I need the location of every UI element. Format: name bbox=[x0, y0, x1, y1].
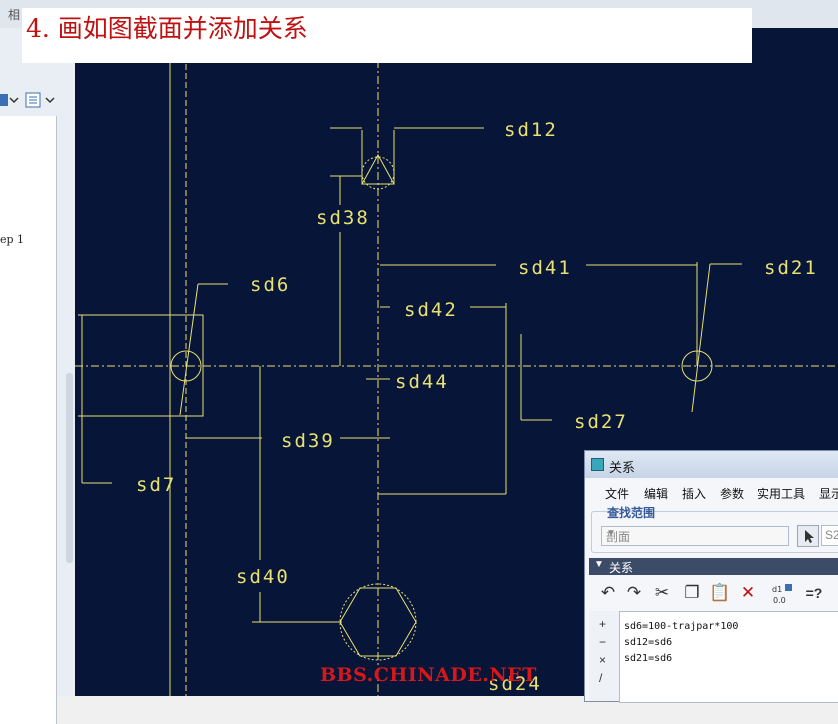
relations-section-label: 关系 bbox=[609, 561, 634, 575]
svg-text:0.0: 0.0 bbox=[773, 596, 786, 605]
evaluate-icon[interactable]: =? bbox=[803, 582, 825, 604]
relations-section-header[interactable]: ▼ 关系 bbox=[589, 558, 838, 575]
model-tree[interactable]: ep 1 bbox=[0, 116, 57, 724]
dim-label-sd41[interactable]: sd41 bbox=[518, 257, 572, 279]
cut-icon[interactable]: ✂ bbox=[651, 582, 673, 604]
menu-edit[interactable]: 编辑 bbox=[644, 485, 668, 502]
dim-label-sd42[interactable]: sd42 bbox=[404, 299, 458, 321]
relations-editor[interactable]: sd6=100-trajpar*100 sd12=sd6 sd21=sd6 bbox=[619, 611, 838, 703]
relations-side-buttons: + − × / bbox=[589, 611, 619, 701]
paste-icon[interactable]: 📋 bbox=[709, 582, 731, 604]
select-pointer-button[interactable] bbox=[797, 525, 819, 547]
dim-label-sd44[interactable]: sd44 bbox=[395, 371, 449, 393]
dim-label-sd38[interactable]: sd38 bbox=[316, 207, 370, 229]
left-scrollbar[interactable] bbox=[66, 373, 73, 563]
watermark-text: BBS.CHINADE.NET bbox=[320, 664, 537, 686]
relation-line[interactable]: sd6=100-trajpar*100 bbox=[624, 621, 738, 632]
collapse-triangle-icon: ▼ bbox=[594, 559, 604, 570]
dialog-titlebar[interactable]: 关系 bbox=[585, 451, 838, 478]
dim-label-sd7[interactable]: sd7 bbox=[136, 474, 176, 496]
dialog-menubar: 文件 编辑 插入 参数 实用工具 显示 bbox=[585, 481, 838, 503]
redo-icon[interactable]: ↷ bbox=[623, 582, 645, 604]
scope-field-value: S2 bbox=[825, 528, 838, 542]
dialog-title: 关系 bbox=[609, 460, 636, 475]
menu-show[interactable]: 显示 bbox=[819, 485, 838, 502]
menu-parameters[interactable]: 参数 bbox=[720, 485, 744, 502]
tree-item-step[interactable]: ep 1 bbox=[0, 233, 24, 246]
tree-toolbar-icons[interactable] bbox=[0, 88, 75, 114]
window-top-label: 相 bbox=[8, 8, 21, 22]
copy-icon[interactable]: ❐ bbox=[681, 582, 703, 604]
dim-label-sd39[interactable]: sd39 bbox=[281, 430, 335, 452]
multiply-operator-button[interactable]: × bbox=[599, 653, 606, 667]
title-overlay: 4. 画如图截面并添加关系 bbox=[22, 8, 752, 63]
undo-icon[interactable]: ↶ bbox=[597, 582, 619, 604]
divide-operator-button[interactable]: / bbox=[599, 671, 602, 685]
menu-file[interactable]: 文件 bbox=[605, 485, 629, 502]
relations-dialog[interactable]: 关系 文件 编辑 插入 参数 实用工具 显示 查找范围 剖面 ▼ S2 ▼ 关系… bbox=[584, 450, 838, 703]
dim-label-sd21[interactable]: sd21 bbox=[764, 257, 818, 279]
left-panel: ep 1 bbox=[0, 28, 75, 724]
relations-toolbar: ↶ ↷ ✂ ❐ 📋 ✕ d1 0.0 =? bbox=[589, 578, 838, 608]
dim-label-sd40[interactable]: sd40 bbox=[236, 566, 290, 588]
page-title: 4. 画如图截面并添加关系 bbox=[26, 14, 308, 43]
dialog-app-icon bbox=[591, 458, 604, 471]
relation-line[interactable]: sd21=sd6 bbox=[624, 653, 672, 664]
scope-select[interactable]: 剖面 ▼ bbox=[601, 526, 789, 546]
menu-insert[interactable]: 插入 bbox=[682, 485, 706, 502]
numeric-display-icon[interactable]: d1 0.0 bbox=[771, 582, 795, 606]
dim-label-sd27[interactable]: sd27 bbox=[574, 411, 628, 433]
scope-field[interactable]: S2 bbox=[821, 525, 838, 546]
delete-icon[interactable]: ✕ bbox=[737, 582, 759, 604]
dim-label-sd6[interactable]: sd6 bbox=[250, 274, 290, 296]
add-operator-button[interactable]: + bbox=[599, 617, 606, 631]
chevron-down-icon: ▼ bbox=[606, 528, 616, 539]
pointer-icon bbox=[805, 530, 814, 543]
subtract-operator-button[interactable]: − bbox=[599, 635, 606, 649]
menu-utilities[interactable]: 实用工具 bbox=[757, 485, 805, 502]
relation-line[interactable]: sd12=sd6 bbox=[624, 637, 672, 648]
dim-label-sd12[interactable]: sd12 bbox=[504, 119, 558, 141]
scope-group-label: 查找范围 bbox=[607, 506, 656, 520]
left-toolbar bbox=[0, 88, 75, 114]
svg-text:d1: d1 bbox=[772, 585, 782, 594]
